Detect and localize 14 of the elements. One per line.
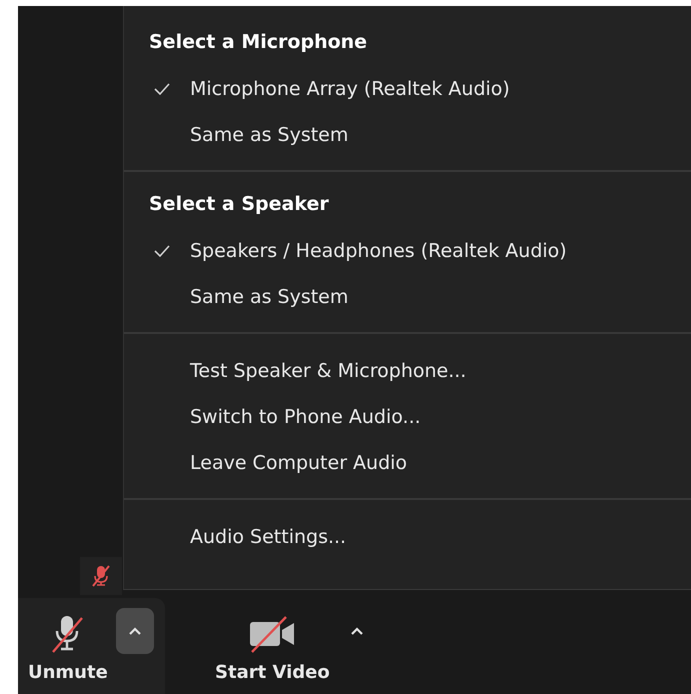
- start-video-button[interactable]: Start Video: [205, 610, 330, 682]
- menu-item[interactable]: Switch to Phone Audio...: [124, 394, 691, 440]
- caret-button[interactable]: [116, 608, 154, 654]
- menu-item[interactable]: Same as System: [124, 112, 691, 158]
- caret-icon: [350, 626, 364, 636]
- section-header: Select a Microphone: [148, 30, 368, 55]
- caret-icon: [128, 626, 142, 636]
- menu-item[interactable]: Speakers / Headphones (Realtek Audio): [124, 228, 691, 274]
- menu-item[interactable]: Audio Settings...: [124, 514, 691, 560]
- menu-item[interactable]: Microphone Array (Realtek Audio): [124, 66, 691, 112]
- menu-item[interactable]: Test Speaker & Microphone...: [124, 348, 691, 394]
- menu-item[interactable]: Same as System: [124, 274, 691, 320]
- section-header: Select a Speaker: [148, 192, 330, 217]
- menu-item[interactable]: Leave Computer Audio: [124, 440, 691, 486]
